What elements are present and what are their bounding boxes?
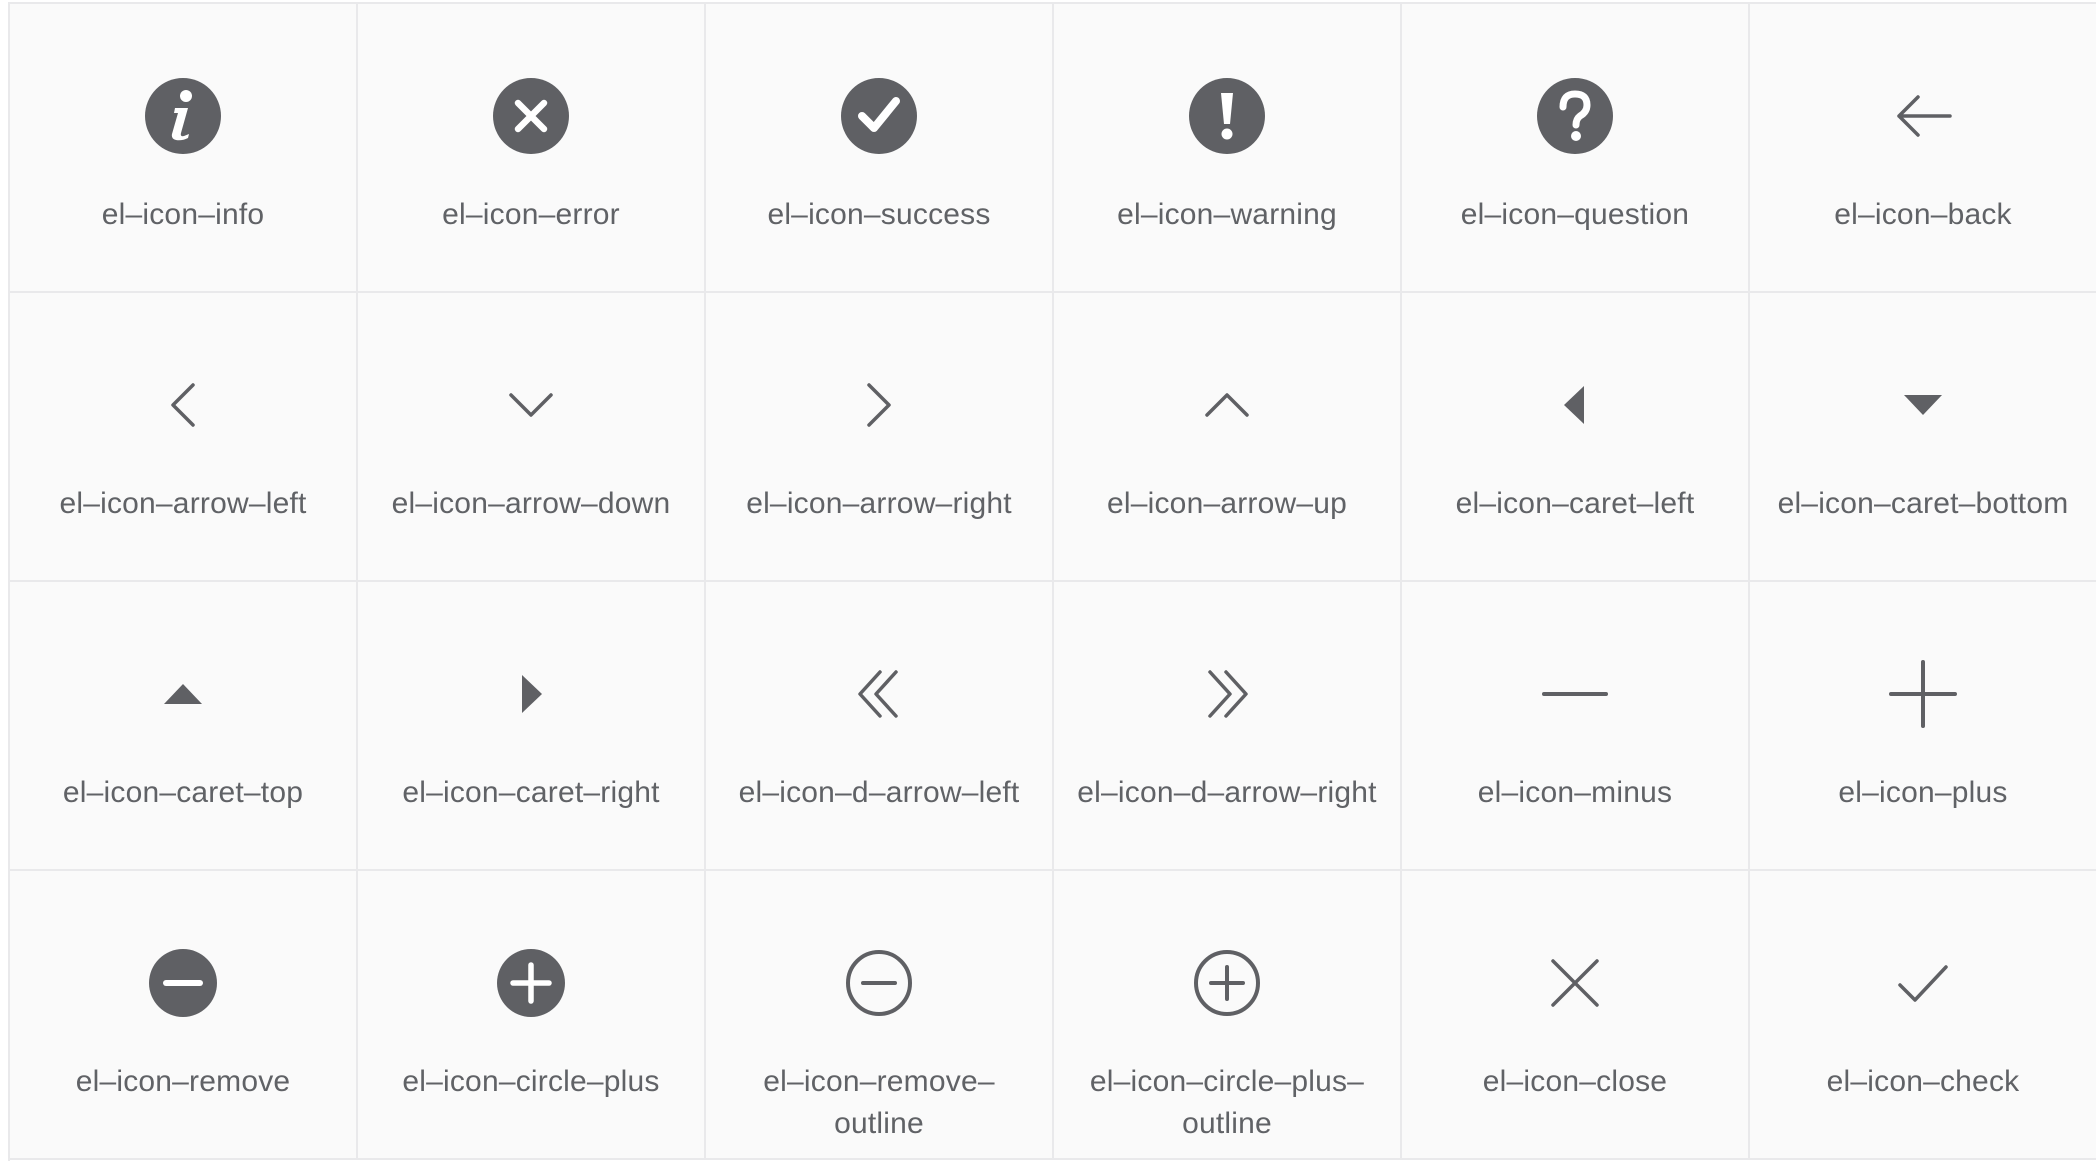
icon-label-line: el–icon–remove– (763, 1065, 995, 1098)
circle-plus-outline-icon (1182, 938, 1272, 1028)
arrow-left-icon (138, 360, 228, 450)
icon-label: el–icon–d–arrow–left (738, 776, 1020, 809)
remove-outline-icon (834, 938, 924, 1028)
icon-cell-info[interactable]: el–icon–info (10, 4, 358, 293)
icon-label: el–icon–success (767, 198, 991, 231)
icon-cell-remove[interactable]: el–icon–remove (10, 871, 358, 1160)
warning-icon (1182, 71, 1272, 161)
icon-label: el–icon–arrow–down (391, 487, 671, 520)
back-icon (1878, 71, 1968, 161)
icon-cell-back[interactable]: el–icon–back (1750, 4, 2096, 293)
icon-cell-circle-plus-outline[interactable]: el–icon–circle–plus– outline (1054, 871, 1402, 1160)
circle-plus-icon (486, 938, 576, 1028)
icon-cell-circle-plus[interactable]: el–icon–circle–plus (358, 871, 706, 1160)
icon-label-line: el–icon–circle–plus– (1089, 1065, 1365, 1098)
icon-cell-d-arrow-left[interactable]: el–icon–d–arrow–left (706, 582, 1054, 871)
icon-label: el–icon–circle–plus– outline (1054, 1061, 1400, 1145)
caret-top-icon (138, 649, 228, 739)
info-icon (138, 71, 228, 161)
icon-cell-caret-left[interactable]: el–icon–caret–left (1402, 293, 1750, 582)
icon-cell-minus[interactable]: el–icon–minus (1402, 582, 1750, 871)
question-icon (1530, 71, 1620, 161)
icon-label: el–icon–d–arrow–right (1077, 776, 1377, 809)
icon-label: el–icon–question (1460, 198, 1690, 231)
close-icon (1530, 938, 1620, 1028)
caret-left-icon (1530, 360, 1620, 450)
arrow-right-icon (834, 360, 924, 450)
icon-label: el–icon–circle–plus (402, 1065, 660, 1098)
icon-cell-question[interactable]: el–icon–question (1402, 4, 1750, 293)
icon-cell-caret-right[interactable]: el–icon–caret–right (358, 582, 706, 871)
icon-label: el–icon–caret–left (1455, 487, 1695, 520)
icon-cell-error[interactable]: el–icon–error (358, 4, 706, 293)
check-icon (1878, 938, 1968, 1028)
plus-icon (1878, 649, 1968, 739)
icon-cell-plus[interactable]: el–icon–plus (1750, 582, 2096, 871)
icon-label: el–icon–remove (75, 1065, 291, 1098)
icon-cell-warning[interactable]: el–icon–warning (1054, 4, 1402, 293)
arrow-down-icon (486, 360, 576, 450)
icon-cell-success[interactable]: el–icon–success (706, 4, 1054, 293)
icon-cell-arrow-up[interactable]: el–icon–arrow–up (1054, 293, 1402, 582)
icon-label: el–icon–back (1834, 198, 2012, 231)
remove-icon (138, 938, 228, 1028)
d-arrow-left-icon (834, 649, 924, 739)
icon-label: el–icon–arrow–right (746, 487, 1012, 520)
icon-cell-arrow-left[interactable]: el–icon–arrow–left (10, 293, 358, 582)
icon-cell-check[interactable]: el–icon–check (1750, 871, 2096, 1160)
icon-label: el–icon–plus (1838, 776, 2008, 809)
icon-label: el–icon–error (442, 198, 620, 231)
minus-icon (1530, 649, 1620, 739)
success-icon (834, 71, 924, 161)
icon-label-line: outline (1182, 1107, 1272, 1140)
error-icon (486, 71, 576, 161)
icon-cell-arrow-right[interactable]: el–icon–arrow–right (706, 293, 1054, 582)
icon-cell-caret-bottom[interactable]: el–icon–caret–bottom (1750, 293, 2096, 582)
icon-label: el–icon–arrow–left (59, 487, 307, 520)
icon-label: el–icon–check (1826, 1065, 2020, 1098)
icon-label: el–icon–caret–right (402, 776, 660, 809)
icon-cell-caret-top[interactable]: el–icon–caret–top (10, 582, 358, 871)
icon-label: el–icon–caret–top (62, 776, 304, 809)
icon-label: el–icon–remove– outline (706, 1061, 1052, 1145)
arrow-up-icon (1182, 360, 1272, 450)
caret-bottom-icon (1878, 360, 1968, 450)
icon-grid: el–icon–info el–icon–error el–icon–succe… (8, 2, 2096, 1161)
icon-label: el–icon–close (1482, 1065, 1668, 1098)
d-arrow-right-icon (1182, 649, 1272, 739)
icon-label: el–icon–arrow–up (1106, 487, 1348, 520)
icon-cell-close[interactable]: el–icon–close (1402, 871, 1750, 1160)
icon-label-line: outline (834, 1107, 924, 1140)
icon-cell-arrow-down[interactable]: el–icon–arrow–down (358, 293, 706, 582)
caret-right-icon (486, 649, 576, 739)
icon-cell-remove-outline[interactable]: el–icon–remove– outline (706, 871, 1054, 1160)
icon-label: el–icon–minus (1477, 776, 1673, 809)
icon-label: el–icon–warning (1117, 198, 1337, 231)
icon-label: el–icon–caret–bottom (1777, 487, 2069, 520)
icon-cell-d-arrow-right[interactable]: el–icon–d–arrow–right (1054, 582, 1402, 871)
icon-label: el–icon–info (101, 198, 265, 231)
